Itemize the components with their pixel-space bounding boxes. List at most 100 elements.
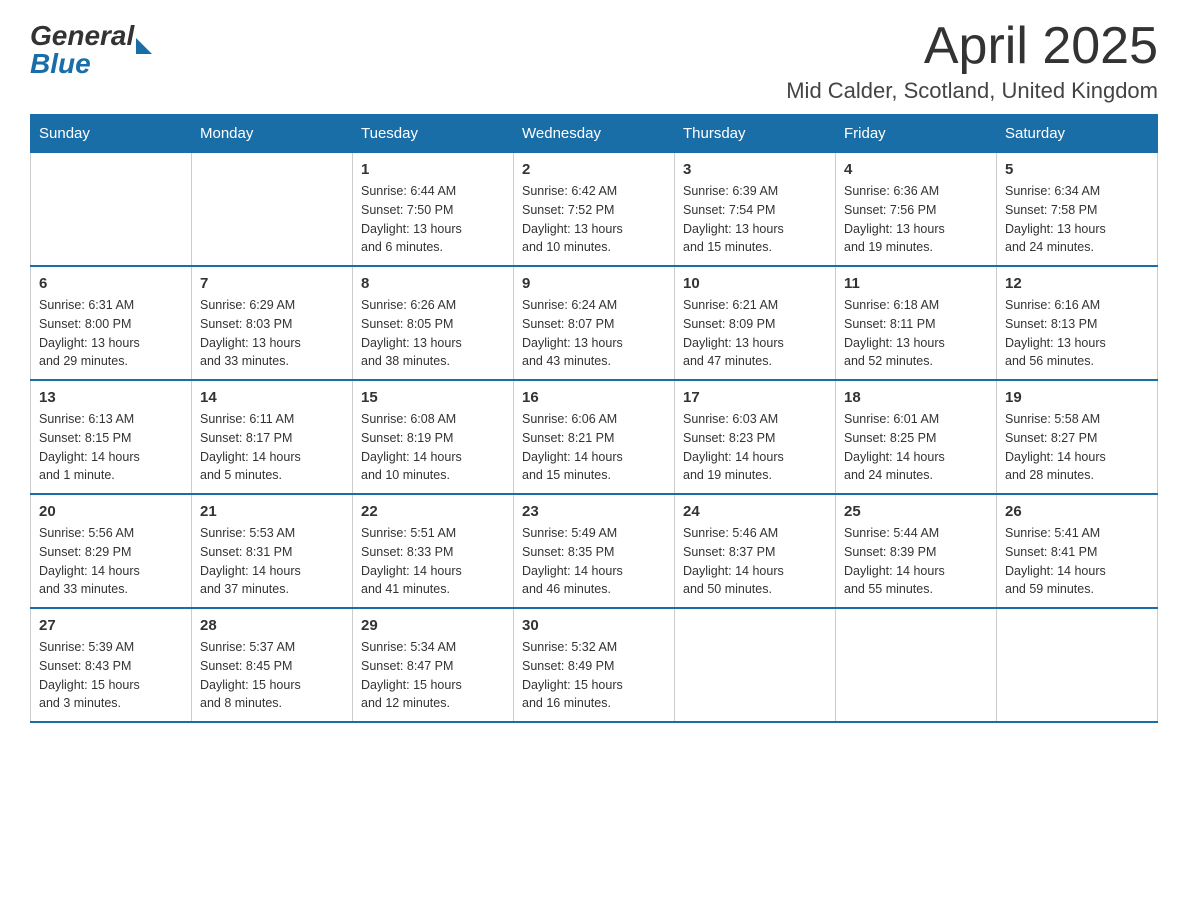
header-day-saturday: Saturday: [997, 115, 1158, 153]
calendar-cell: 18 Sunrise: 6:01 AM Sunset: 8:25 PM Dayli…: [836, 380, 997, 494]
day-info: Sunrise: 5:41 AM Sunset: 8:41 PM Dayligh…: [1005, 524, 1149, 599]
calendar-cell: 23 Sunrise: 5:49 AM Sunset: 8:35 PM Dayli…: [514, 494, 675, 608]
day-info: Sunrise: 5:39 AM Sunset: 8:43 PM Dayligh…: [39, 638, 183, 713]
calendar-cell: 3 Sunrise: 6:39 AM Sunset: 7:54 PM Daylig…: [675, 153, 836, 267]
day-number: 1: [361, 161, 505, 178]
day-info: Sunrise: 6:24 AM Sunset: 8:07 PM Dayligh…: [522, 296, 666, 371]
calendar-cell: 13 Sunrise: 6:13 AM Sunset: 8:15 PM Dayli…: [31, 380, 192, 494]
day-info: Sunrise: 5:32 AM Sunset: 8:49 PM Dayligh…: [522, 638, 666, 713]
calendar-cell: 24 Sunrise: 5:46 AM Sunset: 8:37 PM Dayli…: [675, 494, 836, 608]
calendar-cell: 27Sunrise: 5:39 AM Sunset: 8:43 PM Dayli…: [31, 608, 192, 722]
day-info: Sunrise: 5:51 AM Sunset: 8:33 PM Dayligh…: [361, 524, 505, 599]
calendar-cell: [836, 608, 997, 722]
logo-blue-text: Blue: [30, 48, 152, 80]
calendar-cell: 8Sunrise: 6:26 AM Sunset: 8:05 PM Daylig…: [353, 266, 514, 380]
header-row: SundayMondayTuesdayWednesdayThursdayFrid…: [31, 115, 1158, 153]
day-info: Sunrise: 6:11 AM Sunset: 8:17 PM Dayligh…: [200, 410, 344, 485]
calendar-cell: 29Sunrise: 5:34 AM Sunset: 8:47 PM Dayli…: [353, 608, 514, 722]
calendar-week-5: 27Sunrise: 5:39 AM Sunset: 8:43 PM Dayli…: [31, 608, 1158, 722]
day-info: Sunrise: 6:26 AM Sunset: 8:05 PM Dayligh…: [361, 296, 505, 371]
day-number: 9: [522, 275, 666, 292]
header-day-thursday: Thursday: [675, 115, 836, 153]
day-info: Sunrise: 6:44 AM Sunset: 7:50 PM Dayligh…: [361, 182, 505, 257]
calendar-cell: 19 Sunrise: 5:58 AM Sunset: 8:27 PM Dayli…: [997, 380, 1158, 494]
day-number: 20: [39, 503, 183, 520]
day-number: 23: [522, 503, 666, 520]
day-info: Sunrise: 6:21 AM Sunset: 8:09 PM Dayligh…: [683, 296, 827, 371]
calendar-table: SundayMondayTuesdayWednesdayThursdayFrid…: [30, 114, 1158, 723]
header-day-tuesday: Tuesday: [353, 115, 514, 153]
day-number: 25: [844, 503, 988, 520]
calendar-cell: 4 Sunrise: 6:36 AM Sunset: 7:56 PM Daylig…: [836, 153, 997, 267]
calendar-cell: 22 Sunrise: 5:51 AM Sunset: 8:33 PM Dayli…: [353, 494, 514, 608]
day-info: Sunrise: 6:13 AM Sunset: 8:15 PM Dayligh…: [39, 410, 183, 485]
day-number: 10: [683, 275, 827, 292]
calendar-week-3: 13 Sunrise: 6:13 AM Sunset: 8:15 PM Dayli…: [31, 380, 1158, 494]
page-subtitle: Mid Calder, Scotland, United Kingdom: [786, 78, 1158, 104]
day-number: 30: [522, 617, 666, 634]
day-info: Sunrise: 6:39 AM Sunset: 7:54 PM Dayligh…: [683, 182, 827, 257]
calendar-cell: 28Sunrise: 5:37 AM Sunset: 8:45 PM Dayli…: [192, 608, 353, 722]
day-info: Sunrise: 6:36 AM Sunset: 7:56 PM Dayligh…: [844, 182, 988, 257]
day-number: 11: [844, 275, 988, 292]
calendar-cell: 9 Sunrise: 6:24 AM Sunset: 8:07 PM Daylig…: [514, 266, 675, 380]
day-number: 21: [200, 503, 344, 520]
day-info: Sunrise: 5:44 AM Sunset: 8:39 PM Dayligh…: [844, 524, 988, 599]
day-info: Sunrise: 6:29 AM Sunset: 8:03 PM Dayligh…: [200, 296, 344, 371]
day-number: 7: [200, 275, 344, 292]
day-number: 15: [361, 389, 505, 406]
calendar-cell: 6 Sunrise: 6:31 AM Sunset: 8:00 PM Daylig…: [31, 266, 192, 380]
day-number: 4: [844, 161, 988, 178]
day-number: 17: [683, 389, 827, 406]
day-number: 14: [200, 389, 344, 406]
day-info: Sunrise: 5:49 AM Sunset: 8:35 PM Dayligh…: [522, 524, 666, 599]
header-day-wednesday: Wednesday: [514, 115, 675, 153]
calendar-cell: 12Sunrise: 6:16 AM Sunset: 8:13 PM Dayli…: [997, 266, 1158, 380]
day-number: 6: [39, 275, 183, 292]
calendar-cell: 1 Sunrise: 6:44 AM Sunset: 7:50 PM Daylig…: [353, 153, 514, 267]
day-number: 19: [1005, 389, 1149, 406]
day-info: Sunrise: 5:53 AM Sunset: 8:31 PM Dayligh…: [200, 524, 344, 599]
day-number: 26: [1005, 503, 1149, 520]
day-info: Sunrise: 6:16 AM Sunset: 8:13 PM Dayligh…: [1005, 296, 1149, 371]
day-info: Sunrise: 6:18 AM Sunset: 8:11 PM Dayligh…: [844, 296, 988, 371]
calendar-cell: 2Sunrise: 6:42 AM Sunset: 7:52 PM Daylig…: [514, 153, 675, 267]
day-info: Sunrise: 6:06 AM Sunset: 8:21 PM Dayligh…: [522, 410, 666, 485]
title-block: April 2025 Mid Calder, Scotland, United …: [786, 20, 1158, 104]
calendar-cell: 26 Sunrise: 5:41 AM Sunset: 8:41 PM Dayli…: [997, 494, 1158, 608]
day-number: 22: [361, 503, 505, 520]
calendar-cell: [675, 608, 836, 722]
calendar-cell: 5Sunrise: 6:34 AM Sunset: 7:58 PM Daylig…: [997, 153, 1158, 267]
day-number: 24: [683, 503, 827, 520]
calendar-cell: 7 Sunrise: 6:29 AM Sunset: 8:03 PM Daylig…: [192, 266, 353, 380]
calendar-cell: 17 Sunrise: 6:03 AM Sunset: 8:23 PM Dayli…: [675, 380, 836, 494]
calendar-cell: [997, 608, 1158, 722]
calendar-cell: 25 Sunrise: 5:44 AM Sunset: 8:39 PM Dayli…: [836, 494, 997, 608]
day-number: 13: [39, 389, 183, 406]
calendar-week-4: 20 Sunrise: 5:56 AM Sunset: 8:29 PM Dayli…: [31, 494, 1158, 608]
day-info: Sunrise: 5:56 AM Sunset: 8:29 PM Dayligh…: [39, 524, 183, 599]
calendar-cell: 20 Sunrise: 5:56 AM Sunset: 8:29 PM Dayli…: [31, 494, 192, 608]
day-info: Sunrise: 5:34 AM Sunset: 8:47 PM Dayligh…: [361, 638, 505, 713]
day-info: Sunrise: 6:31 AM Sunset: 8:00 PM Dayligh…: [39, 296, 183, 371]
day-info: Sunrise: 6:01 AM Sunset: 8:25 PM Dayligh…: [844, 410, 988, 485]
day-info: Sunrise: 5:37 AM Sunset: 8:45 PM Dayligh…: [200, 638, 344, 713]
day-info: Sunrise: 6:03 AM Sunset: 8:23 PM Dayligh…: [683, 410, 827, 485]
calendar-cell: 14 Sunrise: 6:11 AM Sunset: 8:17 PM Dayli…: [192, 380, 353, 494]
day-number: 2: [522, 161, 666, 178]
day-number: 18: [844, 389, 988, 406]
header-day-sunday: Sunday: [31, 115, 192, 153]
day-number: 16: [522, 389, 666, 406]
calendar-header: SundayMondayTuesdayWednesdayThursdayFrid…: [31, 115, 1158, 153]
calendar-body: 1 Sunrise: 6:44 AM Sunset: 7:50 PM Daylig…: [31, 153, 1158, 723]
day-info: Sunrise: 5:46 AM Sunset: 8:37 PM Dayligh…: [683, 524, 827, 599]
header-day-friday: Friday: [836, 115, 997, 153]
day-info: Sunrise: 6:08 AM Sunset: 8:19 PM Dayligh…: [361, 410, 505, 485]
day-number: 3: [683, 161, 827, 178]
calendar-week-2: 6 Sunrise: 6:31 AM Sunset: 8:00 PM Daylig…: [31, 266, 1158, 380]
calendar-cell: [192, 153, 353, 267]
calendar-week-1: 1 Sunrise: 6:44 AM Sunset: 7:50 PM Daylig…: [31, 153, 1158, 267]
calendar-cell: 15 Sunrise: 6:08 AM Sunset: 8:19 PM Dayli…: [353, 380, 514, 494]
calendar-cell: 21 Sunrise: 5:53 AM Sunset: 8:31 PM Dayli…: [192, 494, 353, 608]
day-info: Sunrise: 5:58 AM Sunset: 8:27 PM Dayligh…: [1005, 410, 1149, 485]
